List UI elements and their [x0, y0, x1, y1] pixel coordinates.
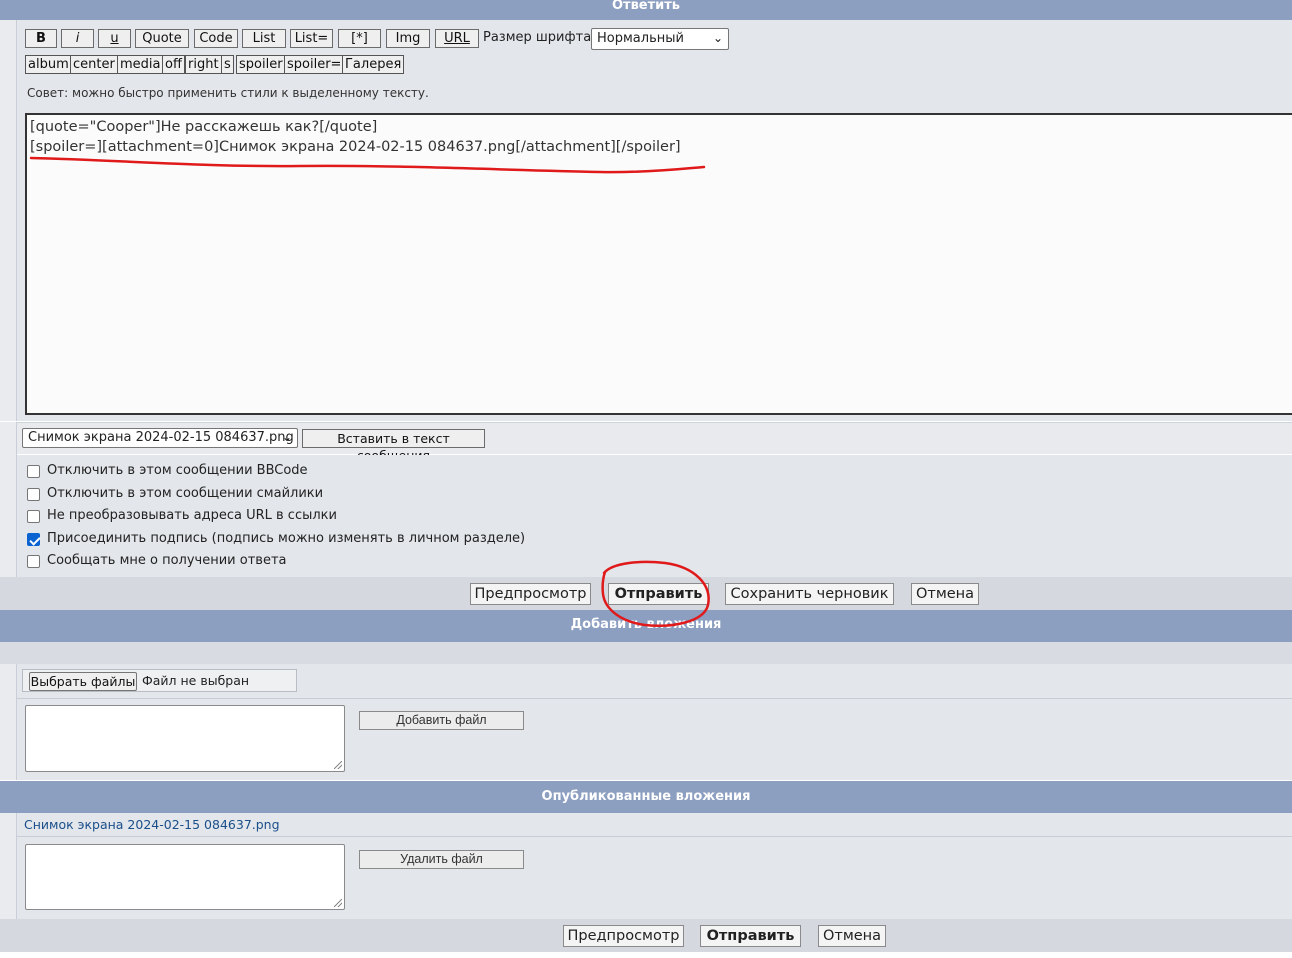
preview-button-bottom[interactable]: Предпросмотр — [563, 925, 684, 947]
option-disable-bbcode[interactable]: Отключить в этом сообщении BBCode — [26, 463, 586, 481]
option-label: Присоединить подпись (подпись можно изме… — [47, 531, 526, 546]
left-gutter — [0, 20, 17, 421]
submit-button[interactable]: Отправить — [608, 583, 709, 605]
quote-button[interactable]: Quote — [135, 29, 189, 48]
no-file-chosen-text: Файл не выбран — [142, 673, 250, 688]
spoiler-button[interactable]: spoiler — [236, 55, 286, 74]
separator — [17, 836, 1292, 837]
options-list: Отключить в этом сообщении BBCode Отключ… — [26, 463, 626, 575]
underline-button[interactable]: u — [98, 29, 131, 48]
preview-button[interactable]: Предпросмотр — [470, 583, 591, 605]
add-file-button[interactable]: Добавить файл — [359, 711, 524, 730]
url-button[interactable]: URL — [435, 29, 479, 48]
reply-header: Ответить — [0, 0, 1292, 20]
published-attachments-title: Опубликованные вложения — [541, 789, 751, 804]
italic-button[interactable]: i — [61, 29, 94, 48]
off-button[interactable]: off — [162, 55, 185, 74]
published-attachments-header: Опубликованные вложения — [0, 781, 1292, 813]
add-attachments-header: Добавить вложения — [0, 610, 1292, 642]
chevron-down-icon: ⌄ — [712, 31, 723, 45]
font-size-label: Размер шрифта: — [483, 30, 596, 45]
media-button[interactable]: media — [117, 55, 164, 74]
option-notify-reply[interactable]: Сообщать мне о получении ответа — [26, 553, 586, 571]
submit-button-bottom[interactable]: Отправить — [700, 925, 801, 947]
option-no-url-links[interactable]: Не преобразовывать адреса URL в ссылки — [26, 508, 586, 526]
message-line-2: [spoiler=][attachment=0]Снимок экрана 20… — [30, 139, 681, 155]
choose-files-button[interactable]: Выбрать файлы — [29, 672, 137, 691]
right-button[interactable]: right — [185, 55, 222, 74]
bbcode-toolbar-row1: B i u Quote Code List List= [*] Img URL … — [25, 28, 735, 50]
left-gutter-published — [0, 813, 17, 919]
message-line-1: [quote="Cooper"]Не расскажешь как?[/quot… — [30, 119, 378, 135]
list-ordered-button[interactable]: List= — [290, 29, 333, 48]
attachment-select[interactable]: Снимок экрана 2024-02-15 084637.png ⌄ — [22, 428, 298, 448]
checkbox[interactable] — [27, 555, 40, 568]
font-size-select[interactable]: Нормальный ⌄ — [591, 28, 729, 50]
insert-into-message-button[interactable]: Вставить в текст сообщения — [302, 429, 485, 463]
option-attach-signature[interactable]: Присоединить подпись (подпись можно изме… — [26, 531, 586, 549]
bold-button[interactable]: B — [25, 29, 57, 48]
gallery-button[interactable]: Галерея — [342, 55, 405, 74]
checkbox[interactable] — [27, 510, 40, 523]
img-button[interactable]: Img — [386, 29, 430, 48]
message-textarea[interactable]: [quote="Cooper"]Не расскажешь как?[/quot… — [25, 113, 1292, 415]
save-draft-button[interactable]: Сохранить черновик — [725, 583, 894, 605]
spoiler-titled-button[interactable]: spoiler= — [284, 55, 345, 74]
album-button[interactable]: album — [25, 55, 72, 74]
strike-button[interactable]: s — [221, 55, 234, 74]
bbcode-toolbar-row2: album center media off right s spoiler s… — [25, 55, 405, 75]
attachment-comment-textarea[interactable] — [25, 705, 345, 772]
resize-grip-icon[interactable] — [334, 899, 342, 907]
delete-file-button[interactable]: Удалить файл — [359, 850, 524, 869]
list-button[interactable]: List — [242, 29, 286, 48]
option-label: Отключить в этом сообщении BBCode — [47, 463, 308, 478]
file-input[interactable]: Выбрать файлы Файл не выбран — [22, 669, 297, 692]
cancel-button[interactable]: Отмена — [911, 583, 979, 605]
published-comment-textarea[interactable] — [25, 844, 345, 910]
add-attachments-spacer — [0, 642, 1292, 664]
checkbox-checked[interactable] — [27, 533, 40, 546]
font-size-value: Нормальный — [597, 31, 684, 46]
published-file-link[interactable]: Снимок экрана 2024-02-15 084637.png — [24, 817, 280, 832]
editor-tip: Совет: можно быстро применить стили к вы… — [27, 86, 429, 100]
resize-grip-icon[interactable] — [334, 761, 342, 769]
list-item-button[interactable]: [*] — [338, 29, 381, 48]
option-label: Сообщать мне о получении ответа — [47, 553, 287, 568]
left-gutter-options — [0, 422, 17, 577]
checkbox[interactable] — [27, 488, 40, 501]
left-gutter-attach — [0, 664, 17, 780]
option-label: Не преобразовывать адреса URL в ссылки — [47, 508, 337, 523]
center-button[interactable]: center — [70, 55, 118, 74]
cancel-button-bottom[interactable]: Отмена — [818, 925, 886, 947]
option-label: Отключить в этом сообщении смайлики — [47, 486, 324, 501]
option-disable-smilies[interactable]: Отключить в этом сообщении смайлики — [26, 486, 586, 504]
code-button[interactable]: Code — [194, 29, 238, 48]
chevron-down-icon: ⌄ — [281, 430, 292, 444]
attachment-select-value: Снимок экрана 2024-02-15 084637.png — [28, 430, 294, 445]
add-attachments-title: Добавить вложения — [570, 617, 722, 632]
checkbox[interactable] — [27, 465, 40, 478]
reply-header-title: Ответить — [611, 0, 681, 13]
separator — [17, 698, 1292, 699]
